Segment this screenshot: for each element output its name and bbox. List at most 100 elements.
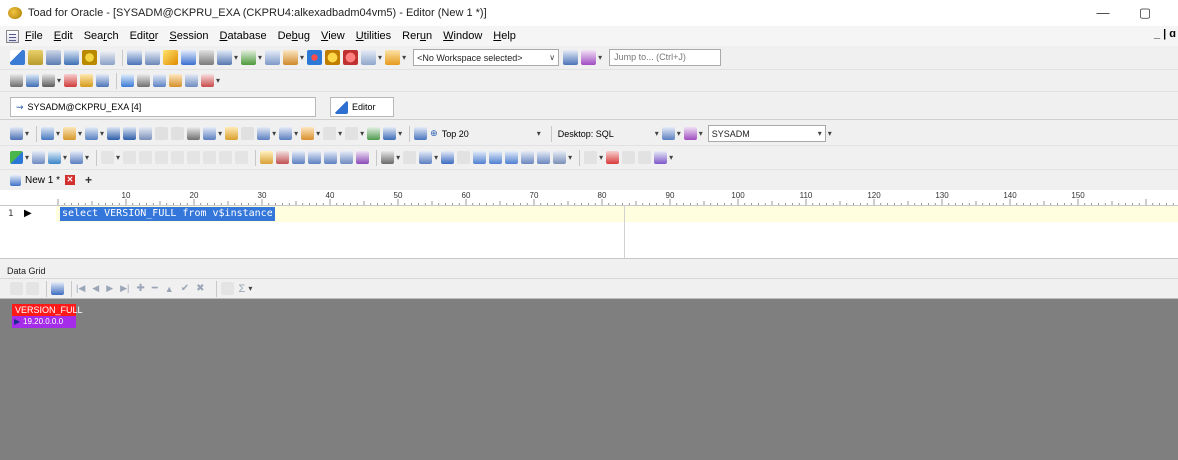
team-icon[interactable] bbox=[361, 50, 377, 65]
back-icon[interactable] bbox=[323, 127, 337, 140]
menu-editor[interactable]: Editor bbox=[130, 30, 159, 42]
lightning-icon[interactable] bbox=[163, 50, 178, 65]
indent-icon[interactable] bbox=[521, 151, 535, 164]
menu-help[interactable]: Help bbox=[493, 30, 516, 42]
new-file-icon[interactable] bbox=[41, 127, 55, 140]
menu-window[interactable]: Window bbox=[443, 30, 482, 42]
execute-script-icon[interactable] bbox=[32, 151, 46, 164]
save-icon[interactable] bbox=[107, 127, 121, 140]
find-icon[interactable] bbox=[381, 151, 395, 164]
forward-icon[interactable] bbox=[345, 127, 359, 140]
query-builder-icon[interactable] bbox=[308, 151, 322, 164]
result-grid-icon[interactable] bbox=[414, 127, 428, 140]
sql-editor[interactable]: 1 ▶ select VERSION_FULL from v$instance bbox=[0, 206, 1178, 258]
data-icon[interactable] bbox=[265, 50, 281, 65]
data-grid-tab[interactable]: Data Grid bbox=[0, 264, 1178, 279]
binoculars-icon[interactable] bbox=[181, 50, 196, 65]
grid-options-icon[interactable] bbox=[257, 127, 271, 140]
toggle-icon[interactable] bbox=[622, 151, 636, 164]
menu-file[interactable]: File bbox=[25, 30, 43, 42]
undo-icon[interactable] bbox=[441, 151, 455, 164]
connection-tab[interactable]: ⇝ SYSADM@CKPRU_EXA [4] bbox=[10, 97, 316, 117]
tools-icon[interactable] bbox=[283, 50, 299, 65]
first-record-icon[interactable]: |◀ bbox=[76, 283, 85, 294]
menu-debug[interactable]: Debug bbox=[278, 30, 310, 42]
output-icon[interactable] bbox=[279, 127, 293, 140]
workspace-save-icon[interactable] bbox=[563, 50, 579, 65]
insert-record-icon[interactable]: ✚ bbox=[136, 283, 144, 294]
macro-icon[interactable] bbox=[553, 151, 567, 164]
schema-select[interactable]: SYSADM ▾ bbox=[707, 125, 826, 142]
column-header-version-full[interactable]: VERSION_FULL bbox=[12, 304, 83, 316]
cancel-edit-icon[interactable]: ✖ bbox=[196, 283, 204, 294]
post-edit-icon[interactable]: ✔ bbox=[181, 283, 189, 294]
edit-record-icon[interactable]: ▲ bbox=[165, 284, 174, 294]
sql-options-icon[interactable] bbox=[383, 127, 397, 140]
commit-icon[interactable] bbox=[260, 151, 274, 164]
initcap-icon[interactable] bbox=[505, 151, 519, 164]
session-browser-icon[interactable] bbox=[82, 50, 97, 65]
disconnect-icon[interactable] bbox=[64, 74, 78, 87]
sql-statement[interactable]: select VERSION_FULL from v$instance bbox=[60, 207, 275, 221]
grid-icon[interactable] bbox=[64, 50, 79, 65]
code-insight-icon[interactable] bbox=[324, 151, 338, 164]
evaluate-icon[interactable] bbox=[235, 151, 249, 164]
minimize-button[interactable]: — bbox=[1088, 4, 1118, 22]
result-grid[interactable]: VERSION_FULL ▶ 19.20.0.0.0 bbox=[0, 298, 1178, 460]
watch-icon[interactable] bbox=[203, 151, 217, 164]
breakpoint-icon[interactable] bbox=[219, 151, 233, 164]
admin-user-icon[interactable] bbox=[343, 50, 359, 65]
clear-icon[interactable] bbox=[606, 151, 620, 164]
mdi-window-controls[interactable]: _ | ɑ bbox=[1154, 28, 1176, 40]
next-record-icon[interactable]: ▶ bbox=[106, 283, 113, 294]
sql-editor-icon[interactable] bbox=[10, 50, 25, 65]
jump-to-input[interactable]: Jump to... (Ctrl+J) bbox=[609, 49, 722, 66]
prior-record-icon[interactable]: ◀ bbox=[92, 283, 99, 294]
grid-export-icon[interactable] bbox=[51, 282, 64, 295]
save-as-icon[interactable] bbox=[123, 127, 137, 140]
rollback-icon[interactable] bbox=[276, 151, 290, 164]
menu-rerun[interactable]: Rerun bbox=[402, 30, 432, 42]
menu-search[interactable]: Search bbox=[84, 30, 119, 42]
halt-icon[interactable] bbox=[187, 151, 201, 164]
window-list-icon[interactable] bbox=[584, 151, 598, 164]
schema-picker-icon[interactable] bbox=[683, 127, 697, 140]
window-icon[interactable] bbox=[100, 50, 115, 65]
redo-icon[interactable] bbox=[457, 151, 471, 164]
menu-utilities[interactable]: Utilities bbox=[356, 30, 391, 42]
optimize-icon[interactable] bbox=[225, 127, 239, 140]
step-over-icon[interactable] bbox=[123, 151, 137, 164]
export-icon[interactable] bbox=[199, 50, 214, 65]
describe-object-icon[interactable] bbox=[292, 151, 306, 164]
schema-icon[interactable] bbox=[153, 74, 167, 87]
rerun-icon[interactable] bbox=[307, 50, 323, 65]
project-icon[interactable] bbox=[185, 74, 199, 87]
menu-database[interactable]: Database bbox=[220, 30, 267, 42]
database-browser-icon[interactable] bbox=[26, 74, 39, 87]
menu-edit[interactable]: Edit bbox=[54, 30, 73, 42]
grid-view-icon[interactable] bbox=[10, 74, 23, 87]
menu-session[interactable]: Session bbox=[169, 30, 208, 42]
history-icon[interactable] bbox=[241, 127, 255, 140]
database-icon[interactable] bbox=[241, 50, 257, 65]
restore-button[interactable]: ▢ bbox=[1130, 4, 1160, 22]
explain-plan-icon[interactable] bbox=[203, 127, 217, 140]
report-icon[interactable] bbox=[217, 50, 232, 65]
format-icon[interactable] bbox=[155, 127, 169, 140]
format-code-icon[interactable] bbox=[340, 151, 354, 164]
print-icon[interactable] bbox=[187, 127, 201, 140]
refresh-icon[interactable] bbox=[220, 282, 234, 295]
step-into-icon[interactable] bbox=[139, 151, 153, 164]
execute-statement-icon[interactable] bbox=[10, 151, 23, 164]
automation-icon[interactable] bbox=[385, 50, 401, 65]
copy-file-icon[interactable] bbox=[85, 127, 99, 140]
sql-tracker-icon[interactable] bbox=[127, 50, 142, 65]
table-row[interactable]: ▶ 19.20.0.0.0 bbox=[12, 316, 76, 328]
step-icon[interactable] bbox=[48, 151, 62, 164]
debug-icon[interactable] bbox=[101, 151, 115, 164]
schema-browser-icon[interactable] bbox=[28, 50, 43, 65]
comment-icon[interactable] bbox=[171, 127, 185, 140]
new-editor-icon[interactable] bbox=[121, 74, 135, 87]
run-to-cursor-icon[interactable] bbox=[171, 151, 185, 164]
snippets-icon[interactable] bbox=[169, 74, 183, 87]
